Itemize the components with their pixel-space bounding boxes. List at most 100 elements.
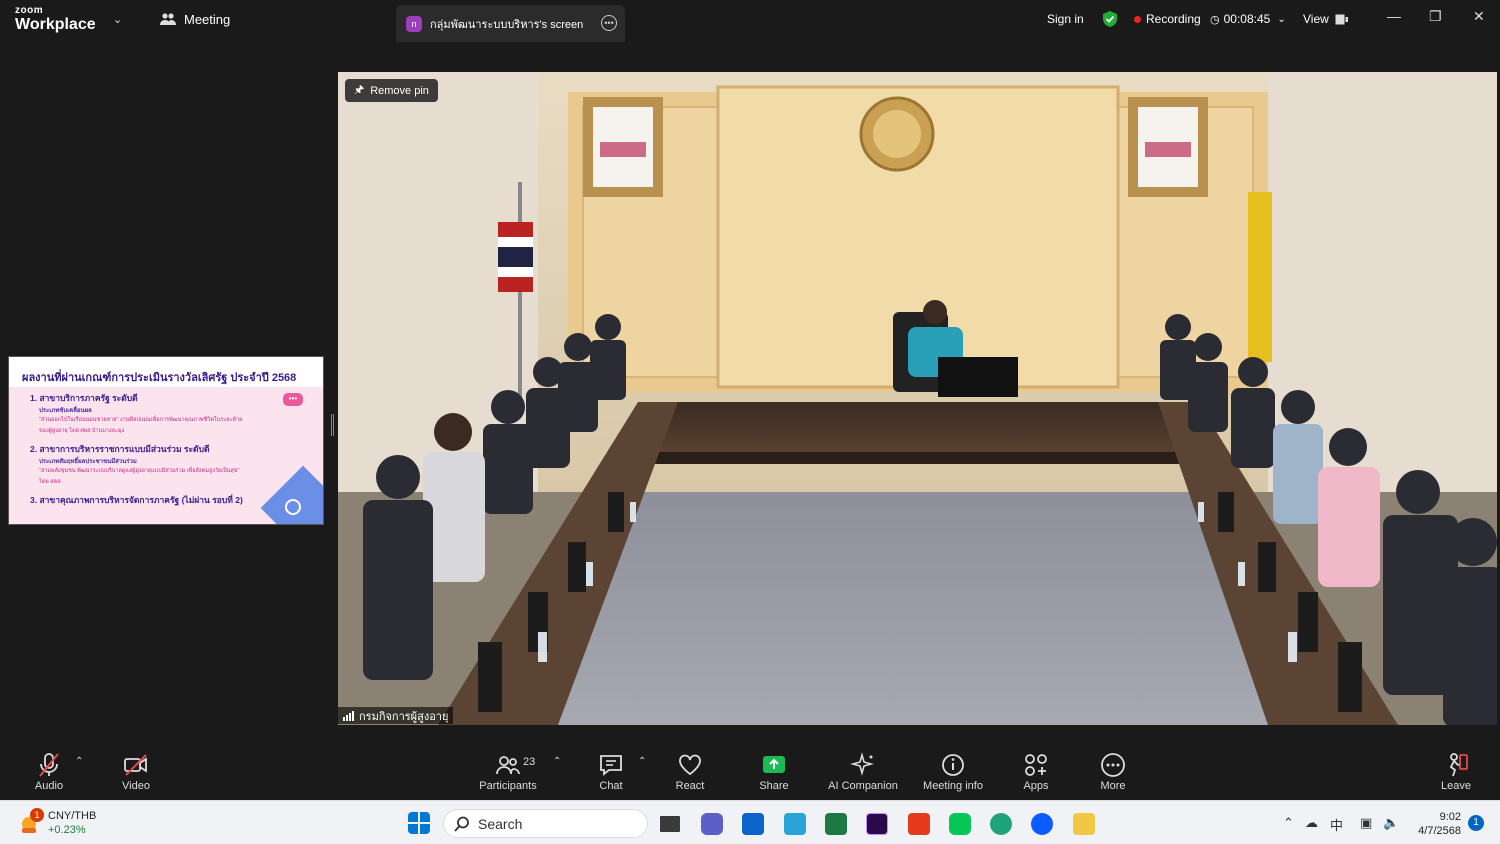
tab-shared-screen[interactable]: n กลุ่มพัฒนาระบบบริหาร's screen •••	[396, 5, 625, 42]
conference-room-scene	[338, 72, 1497, 725]
apps-button[interactable]: Apps	[996, 752, 1076, 792]
chat-options-caret-icon[interactable]: ⌃	[638, 756, 646, 767]
zoom-workplace-logo[interactable]: zoom Workplace	[15, 6, 96, 33]
windows-start-icon[interactable]	[408, 812, 430, 834]
input-language-icon[interactable]: 中	[1330, 815, 1343, 834]
shared-slide-thumbnail[interactable]: ผลงานที่ผ่านเกณฑ์การประเมินรางวัลเลิศรัฐ…	[8, 356, 324, 525]
mail-icon[interactable]	[742, 813, 764, 835]
sparkle-icon	[850, 752, 874, 776]
slide-item-2-desc: "สามพลังชุมชน พัฒนาระบบบริบาลดูแลผู้สูงอ…	[39, 468, 240, 474]
shared-screen-title: กลุ่มพัฒนาระบบบริหาร's screen	[430, 18, 584, 31]
edge-browser-icon[interactable]	[990, 813, 1012, 835]
widget-badge: 1	[30, 808, 44, 822]
view-button[interactable]: View	[1303, 0, 1348, 38]
teams-icon[interactable]	[701, 813, 723, 835]
react-label: React	[675, 780, 705, 792]
panel-splitter-handle[interactable]	[331, 414, 334, 436]
chevron-down-icon: ⌄	[1277, 13, 1286, 25]
video-label: Video	[122, 780, 150, 792]
microphone-muted-icon	[39, 753, 59, 777]
tab-meeting-label: Meeting	[184, 12, 231, 27]
chat-label: Chat	[599, 780, 623, 792]
onedrive-icon[interactable]: ☁	[1305, 815, 1318, 831]
slide-item-1: 1. สาขาบริการภาครัฐ ระดับดี	[30, 393, 138, 403]
notification-badge[interactable]: 1	[1468, 815, 1484, 831]
participants-count: 23	[523, 756, 536, 768]
network-icon[interactable]: ▣	[1360, 815, 1372, 831]
leave-icon	[1449, 753, 1468, 777]
view-layout-icon	[1335, 14, 1348, 24]
search-icon	[454, 816, 469, 832]
close-icon[interactable]: ✕	[1473, 8, 1485, 25]
encryption-shield-icon[interactable]	[1102, 0, 1118, 38]
clock-icon: ◷	[1210, 13, 1220, 26]
signal-strength-icon	[343, 710, 354, 721]
system-clock[interactable]: 9:02 4/7/2568	[1406, 810, 1461, 838]
file-explorer-icon[interactable]	[1073, 813, 1095, 835]
timer-value: 00:08:45	[1223, 12, 1271, 26]
remove-pin-button[interactable]: 🖈 Remove pin	[345, 79, 438, 102]
premiere-pro-icon[interactable]	[866, 813, 888, 835]
audio-options-caret-icon[interactable]: ⌃	[75, 756, 83, 767]
meeting-info-label: Meeting info	[923, 780, 983, 792]
task-view-icon[interactable]	[660, 816, 680, 832]
search-placeholder: Search	[478, 815, 523, 832]
clock-date: 4/7/2568	[1418, 825, 1461, 837]
slide-item-2: 2. สาขาการบริหารราชการแบบมีส่วนร่วม ระดั…	[30, 444, 210, 454]
recording-indicator[interactable]: Recording	[1134, 0, 1201, 38]
sign-in-label: Sign in	[1047, 12, 1084, 26]
minimize-icon[interactable]: —	[1387, 8, 1401, 24]
recording-label: Recording	[1146, 12, 1201, 26]
title-bar: zoom Workplace ⌄ Meeting n กลุ่มพัฒนาระบ…	[0, 0, 1500, 42]
video-button[interactable]: Video	[96, 752, 176, 792]
leave-label: Leave	[1441, 780, 1471, 792]
excel-icon[interactable]	[825, 813, 847, 835]
zoom-app-icon[interactable]	[1031, 813, 1053, 835]
tab-meeting[interactable]: Meeting	[160, 12, 230, 27]
react-button[interactable]: React	[650, 752, 730, 792]
office-icon[interactable]	[908, 813, 930, 835]
participant-name-tag: กรมกิจการผู้สูงอายุ	[338, 707, 454, 724]
leave-button[interactable]: Leave	[1416, 752, 1496, 792]
zoom-window: zoom Workplace ⌄ Meeting n กลุ่มพัฒนาระบ…	[0, 0, 1500, 844]
people-icon	[160, 13, 176, 25]
view-label: View	[1303, 12, 1329, 26]
slide-item-1-type: ประเภทขับเคลื่อนผล	[39, 408, 92, 414]
more-button[interactable]: More	[1073, 752, 1153, 792]
ai-companion-button[interactable]: AI Companion	[818, 752, 908, 792]
pinned-video-feed[interactable]	[338, 72, 1497, 725]
apps-icon	[1025, 754, 1047, 776]
volume-icon[interactable]: 🔈	[1383, 815, 1399, 831]
more-options-icon[interactable]: •••	[601, 15, 617, 31]
target-icon	[285, 499, 301, 515]
camera-off-icon	[124, 754, 147, 776]
meeting-info-button[interactable]: Meeting info	[908, 752, 998, 792]
recording-dot-icon	[1134, 15, 1141, 23]
slide-item-1-desc: "ส่วนออกไปในเรือนนอนชายหาย" งานศิลปแม่นเ…	[39, 417, 243, 423]
participants-icon	[496, 756, 520, 775]
remote-desktop-icon[interactable]	[784, 813, 806, 835]
apps-label: Apps	[1023, 780, 1049, 792]
more-label: More	[1100, 780, 1126, 792]
slide-item-2-type: ประเภทสัมฤทธิ์ผลประชาชนมีส่วนร่วม	[39, 459, 137, 465]
more-icon	[1101, 753, 1125, 777]
slide-item-2-org: โดย สคส.	[39, 479, 63, 485]
taskbar-search[interactable]: Search	[443, 809, 648, 838]
audio-label: Audio	[34, 780, 64, 792]
restore-icon[interactable]: ❐	[1429, 8, 1442, 25]
info-icon	[942, 754, 964, 776]
chat-icon	[600, 755, 622, 776]
line-app-icon[interactable]	[949, 813, 971, 835]
market-ticker: CNY/THB	[48, 810, 97, 822]
share-screen-icon	[763, 756, 785, 773]
chevron-down-icon[interactable]: ⌄	[113, 13, 122, 26]
participants-options-caret-icon[interactable]: ⌃	[553, 756, 561, 767]
pin-icon: 🖈	[354, 84, 365, 96]
participants-button[interactable]: Participants	[468, 752, 548, 792]
meeting-timer[interactable]: ◷ 00:08:45 ⌄	[1210, 0, 1286, 38]
sign-in-link[interactable]: Sign in	[1047, 0, 1084, 38]
sharer-avatar: n	[406, 15, 422, 32]
share-button[interactable]: Share	[734, 752, 814, 792]
tray-overflow-icon[interactable]: ⌃	[1283, 815, 1294, 831]
meeting-toolbar: Audio ⌃ Video Participants 23 ⌃ Chat ⌃ R…	[0, 748, 1500, 800]
